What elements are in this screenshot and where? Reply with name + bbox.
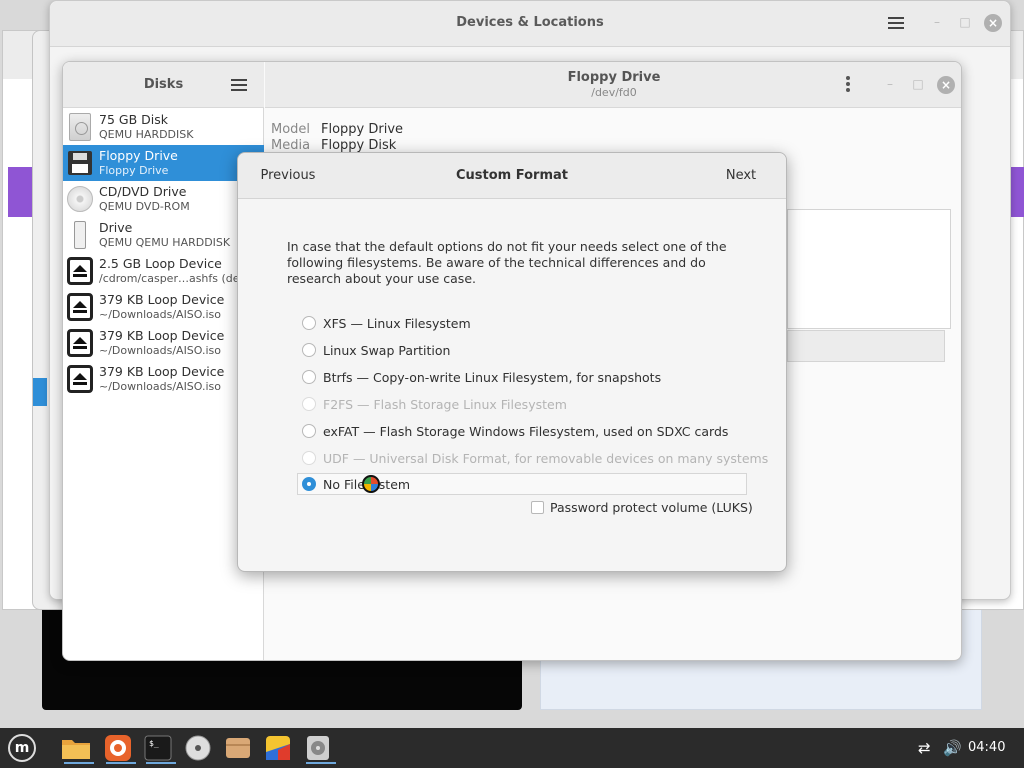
disk-subtitle: QEMU HARDDISK [99,128,194,141]
firefox-icon[interactable] [102,732,136,764]
taskbar: m $_ ⇄ 🔊 04:40 [0,728,1024,768]
disks-sidebar: Disks 75 GB Disk QEMU HARDDISK Floppy Dr… [63,62,264,660]
fs-option-label: exFAT — Flash Storage Windows Filesystem… [323,423,729,439]
maximize-icon[interactable]: □ [911,77,925,91]
radio-button[interactable] [302,424,316,438]
optical-disc-icon [67,183,93,215]
files-selected-row [33,378,47,406]
luks-label: Password protect volume (LUKS) [550,500,753,515]
fs-option-label: F2FS — Flash Storage Linux Filesystem [323,396,567,412]
disk-name: 379 KB Loop Device [99,292,225,307]
media-label: Media [271,138,311,153]
disk-name: Drive [99,220,133,235]
luks-checkbox-row[interactable]: Password protect volume (LUKS) [531,500,753,515]
disk-subtitle: Floppy Drive [99,164,169,177]
close-icon[interactable]: × [937,76,955,94]
fs-option-label: UDF — Universal Disk Format, for removab… [323,450,769,466]
fs-option-label: XFS — Linux Filesystem [323,315,471,331]
radio-button [302,451,316,465]
radio-button [302,397,316,411]
sidebar-header: Disks [63,62,264,108]
disk-subtitle: QEMU DVD-ROM [99,200,190,213]
volume-icon[interactable]: 🔊 [943,739,962,757]
drive-title: Floppy Drive [567,70,661,85]
harddisk-icon [67,111,93,143]
disks-icon[interactable] [302,732,336,764]
drawing-icon[interactable] [262,732,294,764]
fs-option-udf: UDF — Universal Disk Format, for removab… [298,447,768,469]
minimize-icon[interactable]: – [883,77,897,91]
disk-subtitle: ~/Downloads/AISO.iso [99,380,222,393]
radio-button-selected[interactable] [302,477,316,491]
dialog-title: Custom Format [456,168,568,183]
volumes-graphic[interactable] [787,209,951,329]
terminal-icon[interactable]: $_ [142,732,176,764]
luks-checkbox[interactable] [531,501,544,514]
model-label: Model [271,122,311,137]
fs-option-label: Linux Swap Partition [323,342,451,358]
usb-drive-icon [67,219,93,251]
svg-text:$_: $_ [149,739,159,748]
archive-icon[interactable] [222,732,254,764]
disk-subtitle: ~/Downloads/AISO.iso [99,344,222,357]
eject-icon [67,327,93,359]
settings-header: Devices & Locations – □ × [50,1,1010,47]
fs-option-label: Btrfs — Copy-on-write Linux Filesystem, … [323,369,662,385]
maximize-icon[interactable]: □ [958,15,972,29]
floppy-icon [67,147,93,179]
fs-option-xfs[interactable]: XFS — Linux Filesystem [298,312,748,334]
radio-button[interactable] [302,343,316,357]
disk-name: Floppy Drive [99,148,178,163]
disk-item[interactable]: 75 GB Disk QEMU HARDDISK [63,109,264,145]
fs-option-btrfs[interactable]: Btrfs — Copy-on-write Linux Filesystem, … [298,366,748,388]
disk-item[interactable]: 2.5 GB Loop Device /cdrom/casper…ashfs (… [63,253,264,289]
drive-path: /dev/fd0 [591,86,637,99]
radio-button[interactable] [302,370,316,384]
media-value: Floppy Disk [321,138,397,153]
settings-title: Devices & Locations [456,15,604,30]
clock[interactable]: 04:40 [968,740,1005,755]
disk-item-selected[interactable]: Floppy Drive Floppy Drive [63,145,264,181]
disk-subtitle: QEMU QEMU HARDDISK [99,236,231,249]
eject-icon [67,363,93,395]
disk-item[interactable]: 379 KB Loop Device ~/Downloads/AISO.iso [63,289,264,325]
model-value: Floppy Drive [321,122,404,137]
custom-format-dialog: Previous Custom Format Next In case that… [237,152,787,572]
fs-option-exfat[interactable]: exFAT — Flash Storage Windows Filesystem… [298,420,748,442]
settings-menu-icon[interactable] [888,17,904,29]
disk-item[interactable]: Drive QEMU QEMU HARDDISK [63,217,264,253]
close-icon[interactable]: × [984,14,1002,32]
disk-name: 75 GB Disk [99,112,168,127]
disk-subtitle: ~/Downloads/AISO.iso [99,308,222,321]
disk-name: CD/DVD Drive [99,184,187,199]
mint-logo-icon: m [8,734,36,762]
eject-icon [67,291,93,323]
dialog-description: In case that the default options do not … [287,239,727,286]
fs-option-f2fs: F2FS — Flash Storage Linux Filesystem [298,393,748,415]
fs-option-swap[interactable]: Linux Swap Partition [298,339,748,361]
eject-icon [67,255,93,287]
disk-subtitle: /cdrom/casper…ashfs (dele [99,272,250,285]
radio-button[interactable] [302,316,316,330]
file-manager-icon[interactable] [60,732,94,764]
disk-item[interactable]: 379 KB Loop Device ~/Downloads/AISO.iso [63,361,264,397]
busy-cursor-icon [362,475,380,493]
more-options-icon[interactable] [846,76,850,92]
minimize-icon[interactable]: – [930,15,944,29]
disk-item[interactable]: CD/DVD Drive QEMU DVD-ROM [63,181,264,217]
dialog-header: Previous Custom Format Next [238,153,786,199]
disc-icon[interactable] [182,732,214,764]
disk-name: 379 KB Loop Device [99,364,225,379]
disk-item[interactable]: 379 KB Loop Device ~/Downloads/AISO.iso [63,325,264,361]
next-button[interactable]: Next [708,161,774,191]
disk-name: 379 KB Loop Device [99,328,225,343]
disk-name: 2.5 GB Loop Device [99,256,222,271]
volume-toolbar [787,330,945,362]
disks-menu-icon[interactable] [231,79,247,91]
menu-button[interactable]: m [6,732,38,764]
drive-header: Floppy Drive /dev/fd0 – □ × [265,62,961,108]
network-icon[interactable]: ⇄ [918,739,931,757]
